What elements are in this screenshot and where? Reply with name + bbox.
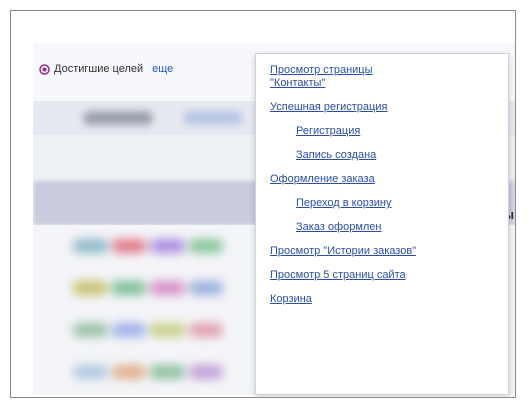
goal-menu-item[interactable]: Заказ оформлен bbox=[256, 221, 508, 234]
goal-menu-item[interactable]: Оформление заказа bbox=[256, 173, 508, 186]
goals-filter[interactable]: Достигшие целей еще bbox=[39, 63, 173, 75]
screenshot-frame: Достигшие целей еще ы Просмотр bbox=[10, 10, 516, 398]
table-row bbox=[73, 365, 223, 379]
goal-menu-item[interactable]: Просмотр "Истории заказов" bbox=[256, 245, 508, 258]
goal-menu-item[interactable]: Регистрация bbox=[256, 125, 508, 138]
blurred-tab bbox=[83, 111, 153, 125]
goal-menu-item[interactable]: Просмотр 5 страниц сайта bbox=[256, 269, 508, 282]
goal-menu-item[interactable]: Запись создана bbox=[256, 149, 508, 162]
goal-menu-item[interactable]: Просмотр страницы "Контакты" bbox=[256, 64, 410, 90]
blurred-tab bbox=[183, 111, 243, 125]
more-link[interactable]: еще bbox=[152, 63, 173, 75]
table-row bbox=[73, 281, 223, 295]
goals-list: Просмотр страницы "Контакты" Успешная рег… bbox=[256, 54, 508, 306]
goal-menu-item[interactable]: Успешная регистрация bbox=[256, 101, 508, 114]
table-row bbox=[73, 239, 223, 253]
goal-menu-item[interactable]: Корзина bbox=[256, 293, 508, 306]
goal-menu-item[interactable]: Переход в корзину bbox=[256, 197, 508, 210]
table-row bbox=[73, 323, 223, 337]
target-icon bbox=[39, 63, 50, 75]
goals-filter-label: Достигшие целей bbox=[54, 63, 144, 75]
goals-dropdown-menu: Просмотр страницы "Контакты" Успешная рег… bbox=[255, 53, 509, 395]
